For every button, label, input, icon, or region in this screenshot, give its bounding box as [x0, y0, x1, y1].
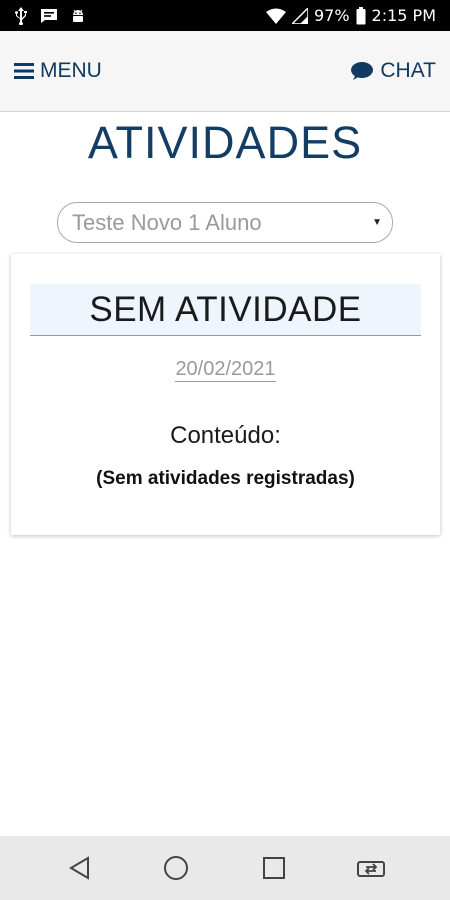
- student-select-value: Teste Novo 1 Aluno: [72, 209, 262, 235]
- chat-label: CHAT: [380, 59, 436, 82]
- chat-button[interactable]: CHAT: [350, 59, 436, 83]
- usb-icon: [14, 6, 28, 25]
- battery-percent: 97%: [313, 6, 350, 25]
- home-icon[interactable]: [156, 848, 196, 888]
- signal-icon: [291, 7, 308, 24]
- activity-card: SEM ATIVIDADE 20/02/2021 Conteúdo: (Sem …: [11, 254, 440, 535]
- menu-label: MENU: [40, 59, 102, 82]
- activity-title: SEM ATIVIDADE: [30, 284, 421, 336]
- back-icon[interactable]: [59, 848, 99, 888]
- screen-rotate-icon[interactable]: [351, 848, 391, 888]
- student-select[interactable]: Teste Novo 1 Aluno ▼: [57, 202, 393, 243]
- chat-bubble-icon: [350, 61, 374, 81]
- message-icon: [40, 8, 58, 24]
- activity-date: 20/02/2021: [175, 358, 276, 382]
- clock: 2:15 PM: [371, 6, 436, 25]
- status-bar-left: [14, 6, 86, 25]
- wifi-icon: [265, 8, 286, 24]
- status-bar-right: 97% 2:15 PM: [265, 6, 436, 25]
- android-icon: [70, 8, 86, 24]
- battery-icon: [356, 6, 366, 25]
- page-title: ATIVIDADES: [87, 117, 363, 168]
- hamburger-icon: [14, 63, 34, 79]
- status-bar: 97% 2:15 PM: [0, 0, 450, 31]
- content-label: Conteúdo:: [170, 422, 281, 449]
- recents-icon[interactable]: [254, 848, 294, 888]
- content-text: (Sem atividades registradas): [96, 468, 355, 489]
- dropdown-arrow-icon: ▼: [372, 217, 382, 228]
- app-header: MENU CHAT: [0, 31, 450, 112]
- system-nav-bar: [0, 836, 450, 900]
- activity-date-row: 20/02/2021: [11, 358, 440, 382]
- menu-button[interactable]: MENU: [14, 59, 102, 83]
